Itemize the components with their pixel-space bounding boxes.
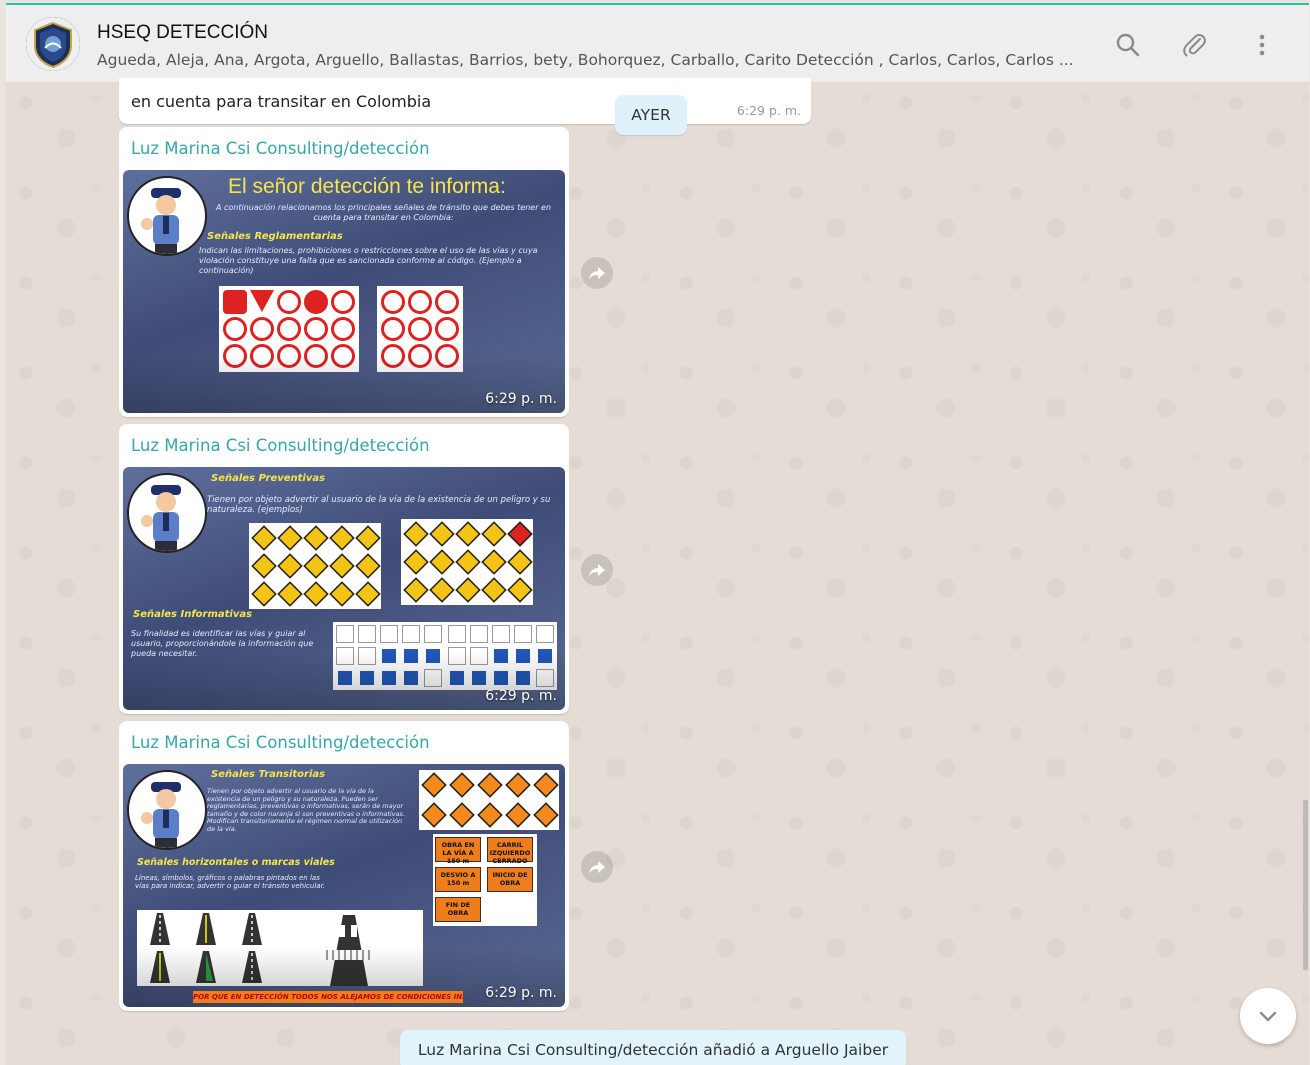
scrollbar[interactable] [1303,800,1308,970]
slide-intro: A continuación relacionamos los principa… [215,203,552,222]
attach-icon[interactable] [1180,31,1208,59]
work-sign: DESVIO A 150 m [435,867,481,892]
informative-signs [333,622,445,690]
slide-body: Indican las limitaciones, prohibiciones … [199,246,538,275]
work-sign: OBRA EN LA VÍA A 150 m [435,837,481,865]
message-time: 6:29 p. m. [736,103,801,118]
image-message[interactable]: Luz Marina Csi Consulting/detección Seña… [119,424,569,714]
chevron-down-icon [1259,1011,1277,1022]
forward-icon [589,861,605,874]
informative-signs-2 [445,622,557,690]
mascot-illustration [127,473,207,553]
slide-title: El señor detección te informa: [228,175,506,198]
previous-message-bubble[interactable]: en cuenta para transitar en Colombia 6:2… [119,78,811,124]
work-zone-signs: OBRA EN LA VÍA A 150 m CARRIL IZQUIERDO … [433,834,537,926]
image-message[interactable]: Luz Marina Csi Consulting/detección El s… [119,127,569,417]
slide-heading: Señales Preventivas [211,473,326,484]
image-attachment[interactable]: Señales Preventivas Tienen por objeto ad… [123,467,565,710]
system-message: Luz Marina Csi Consulting/detección añad… [400,1030,906,1065]
preventive-signs-2 [401,519,533,605]
slide-heading-2: Señales horizontales o marcas viales [137,857,335,868]
slide-body-2: Líneas, símbolos, gráficos o palabras pi… [135,874,326,890]
forward-icon [589,564,605,577]
mascot-illustration [127,770,207,850]
sender-name[interactable]: Luz Marina Csi Consulting/detección [131,733,430,752]
chat-header[interactable]: HSEQ DETECCIÓN Agueda, Aleja, Ana, Argot… [6,3,1309,83]
slide-body-2: Su finalidad es identificar las vías y g… [131,629,314,658]
message-text: en cuenta para transitar en Colombia [131,92,432,111]
participants-list[interactable]: Agueda, Aleja, Ana, Argota, Arguello, Ba… [97,51,1087,69]
forward-button[interactable] [581,851,613,883]
image-message[interactable]: Luz Marina Csi Consulting/detección Seña… [119,721,569,1011]
forward-icon [589,267,605,280]
work-sign: INICIO DE OBRA [487,867,533,892]
slide-footer: POR QUE EN DETECCIÓN TODOS NOS ALEJAMOS … [193,991,463,1003]
scroll-down-button[interactable] [1240,988,1296,1044]
crosswalk-diagram [275,910,423,986]
chat-window: HSEQ DETECCIÓN Agueda, Aleja, Ana, Argot… [6,3,1309,1065]
slide-heading: Señales Reglamentarias [207,231,343,242]
regulatory-signs [219,286,359,372]
day-label: AYER [615,95,687,135]
slide-body: Tienen por objeto advertir al usuario de… [207,495,551,515]
menu-icon[interactable] [1248,31,1276,59]
preventive-signs [249,523,381,609]
message-time: 6:29 p. m. [485,688,557,704]
search-icon[interactable] [1114,31,1142,59]
forward-button[interactable] [581,554,613,586]
slide-heading: Señales Transitorias [211,769,326,780]
mascot-illustration [127,176,207,256]
message-time: 6:29 p. m. [485,391,557,407]
slide-heading-2: Señales Informativas [133,609,253,620]
image-attachment[interactable]: El señor detección te informa: A continu… [123,170,565,413]
message-time: 6:29 p. m. [485,985,557,1001]
work-sign: CARRIL IZQUIERDO CERRADO [487,837,533,865]
chat-title[interactable]: HSEQ DETECCIÓN [97,22,268,44]
regulatory-signs-2 [377,286,463,372]
group-avatar[interactable] [26,17,80,71]
slide-body: Tienen por objeto advertir al usuario de… [207,787,405,833]
forward-button[interactable] [581,257,613,289]
sender-name[interactable]: Luz Marina Csi Consulting/detección [131,436,430,455]
work-sign: FIN DE OBRA [435,897,481,922]
road-markings [137,910,275,986]
sender-name[interactable]: Luz Marina Csi Consulting/detección [131,139,430,158]
transitory-signs [419,770,559,830]
image-attachment[interactable]: Señales Transitorias Tienen por objeto a… [123,764,565,1007]
